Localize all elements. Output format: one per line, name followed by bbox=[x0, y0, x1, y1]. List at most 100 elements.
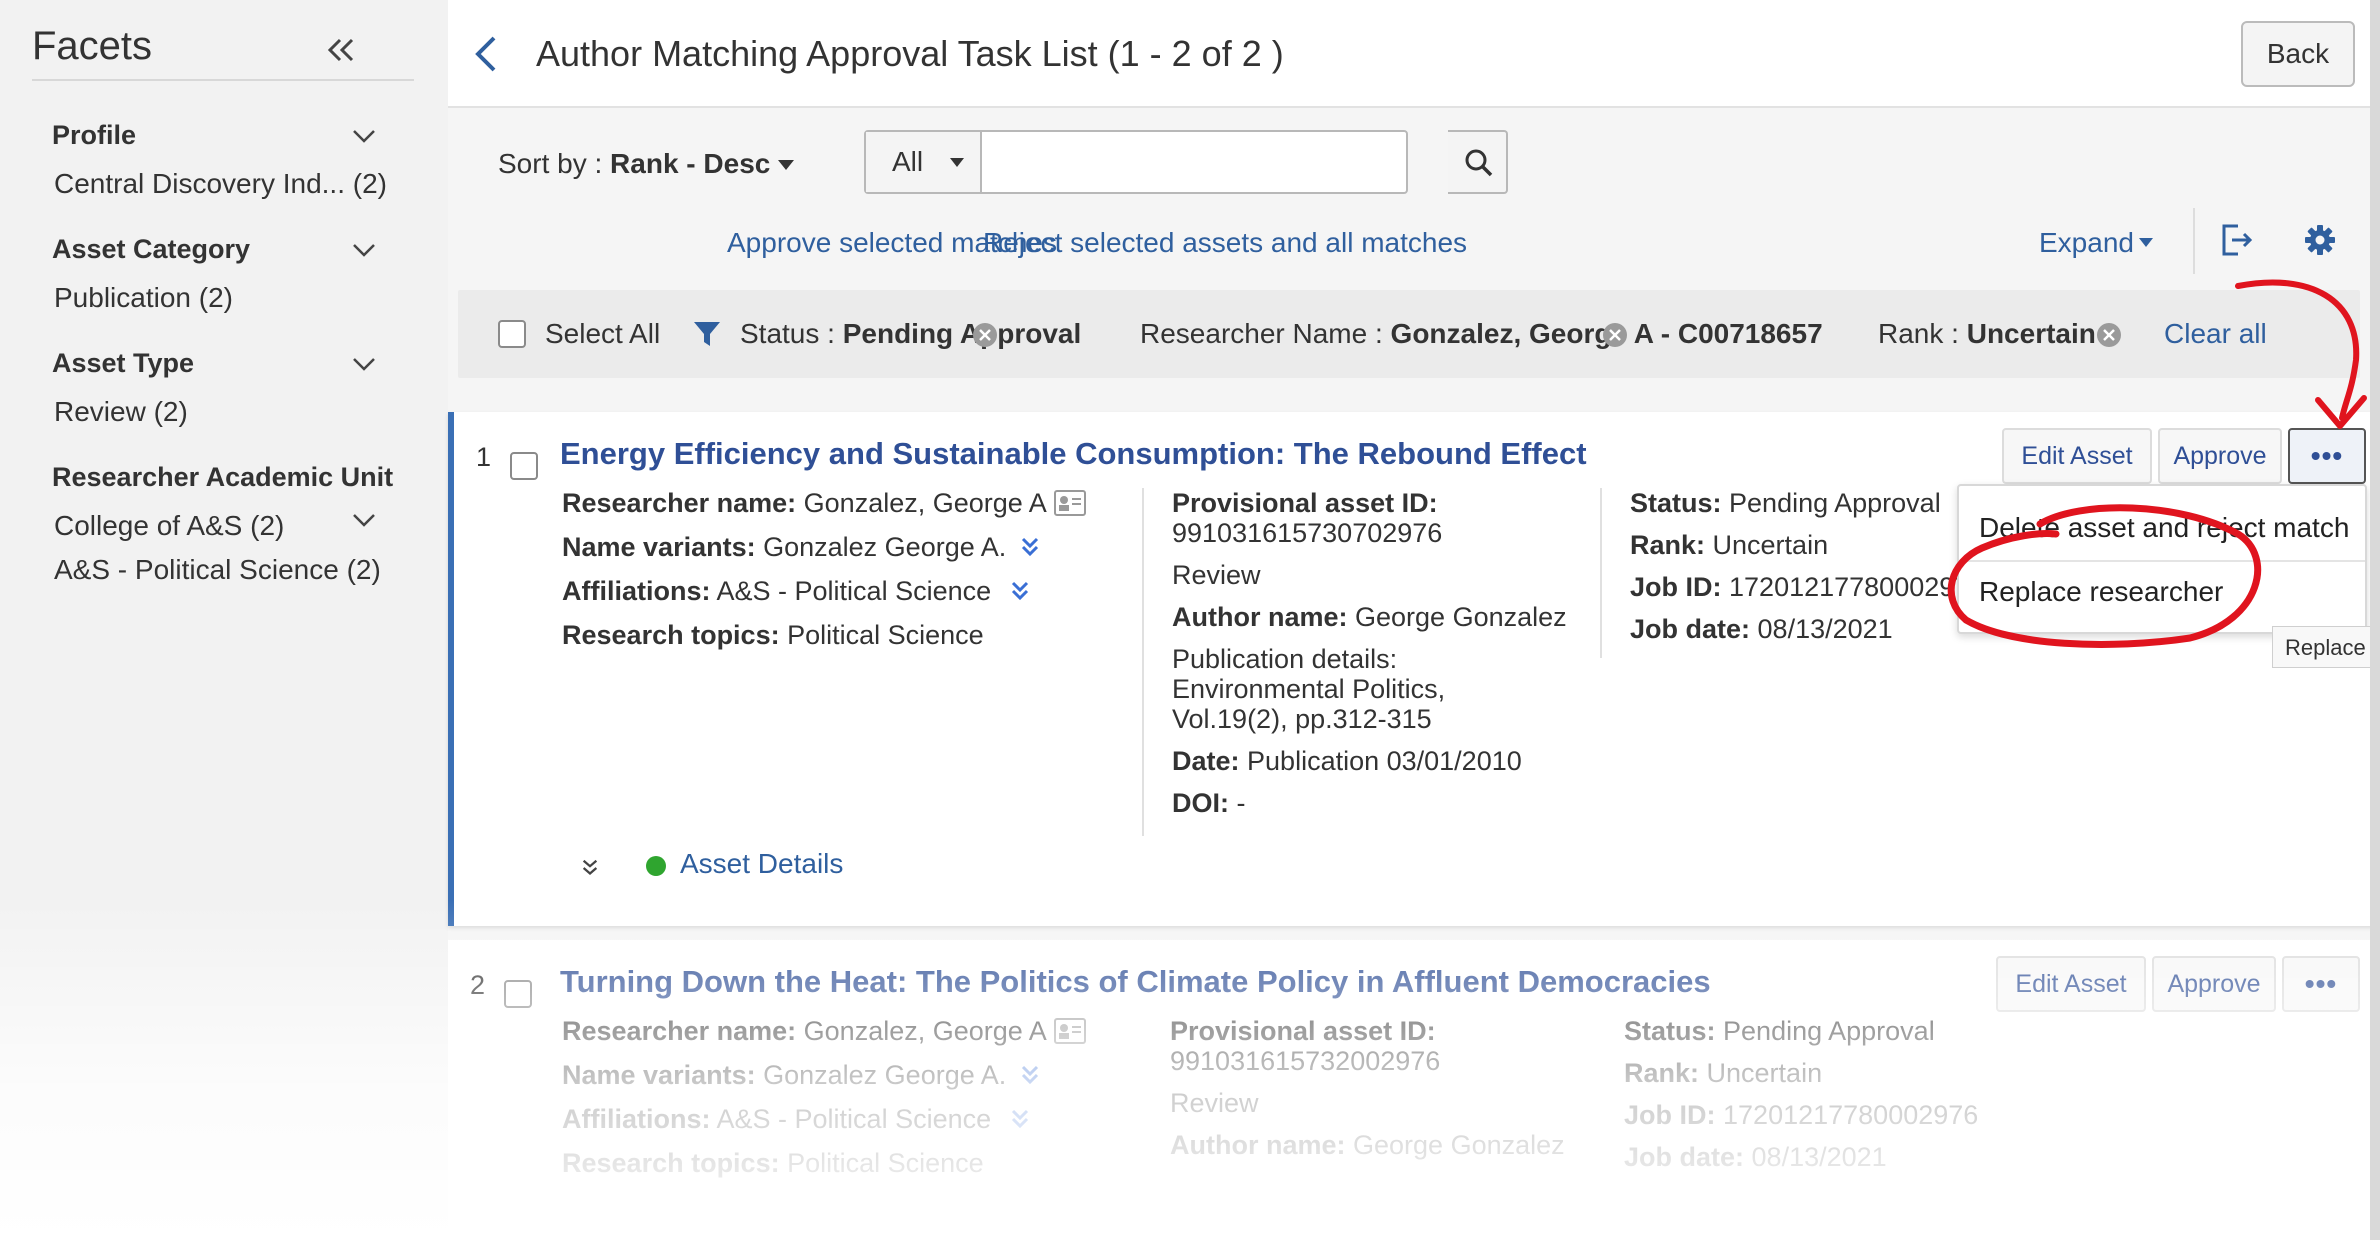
row-number: 1 bbox=[476, 442, 492, 472]
row-checkbox[interactable] bbox=[510, 452, 538, 480]
remove-chip-icon[interactable] bbox=[2096, 322, 2122, 348]
affiliations: Affiliations: A&S - Political Science bbox=[562, 1104, 992, 1134]
chevron-down-icon[interactable] bbox=[350, 240, 378, 260]
tooltip: Replace r bbox=[2272, 626, 2380, 668]
author-name: Author name: George Gonzalez bbox=[1172, 602, 1567, 632]
facet-group-asset-type[interactable]: Asset Type bbox=[52, 348, 194, 379]
double-chevron-down-icon[interactable] bbox=[1020, 1064, 1040, 1086]
research-topics: Research topics: Political Science bbox=[562, 1148, 984, 1178]
facet-group-profile[interactable]: Profile bbox=[52, 120, 136, 151]
sort-dropdown[interactable]: Sort by : Rank - Desc bbox=[498, 148, 770, 180]
facets-title: Facets bbox=[32, 24, 153, 68]
asset-title-link[interactable]: Turning Down the Heat: The Politics of C… bbox=[560, 964, 1711, 1000]
chevron-down-icon[interactable] bbox=[350, 126, 378, 146]
search-scope-select[interactable]: All bbox=[866, 132, 982, 192]
search-button[interactable] bbox=[1448, 130, 1508, 194]
asset-type: Review bbox=[1172, 560, 1261, 590]
filter-icon bbox=[694, 322, 720, 346]
double-chevron-down-icon[interactable] bbox=[1020, 536, 1040, 558]
research-topics: Research topics: Political Science bbox=[562, 620, 984, 650]
back-arrow-icon[interactable] bbox=[472, 34, 500, 74]
provisional-asset-id: 991031615732002976 bbox=[1170, 1046, 1441, 1076]
researcher-name: Researcher name: Gonzalez, George A bbox=[562, 488, 1047, 518]
author-name: Author name: George Gonzalez bbox=[1170, 1130, 1565, 1160]
search-scope-label: All bbox=[892, 146, 924, 177]
publication-details-label: Publication details: bbox=[1172, 644, 1398, 674]
search-input[interactable] bbox=[984, 132, 1368, 192]
more-actions-menu: Delete asset and reject match Replace re… bbox=[1957, 484, 2367, 634]
provisional-asset-id-label: Provisional asset ID: bbox=[1172, 488, 1438, 518]
clear-all-link[interactable]: Clear all bbox=[2164, 318, 2267, 350]
contact-card-icon[interactable] bbox=[1054, 1018, 1086, 1044]
affiliations: Affiliations: A&S - Political Science bbox=[562, 576, 992, 606]
divider bbox=[1142, 488, 1144, 836]
filter-chip-rank: Rank : Uncertain bbox=[1878, 318, 2096, 349]
page-title: Author Matching Approval Task List (1 - … bbox=[536, 33, 1284, 74]
collapse-icon[interactable] bbox=[322, 30, 362, 70]
approve-button[interactable]: Approve bbox=[2152, 956, 2276, 1012]
facet-item[interactable]: Publication (2) bbox=[54, 282, 233, 314]
job-id: Job ID: 17201217780002976 bbox=[1630, 572, 1970, 602]
divider bbox=[1959, 560, 2365, 562]
job-date: Job date: 08/13/2021 bbox=[1630, 614, 1893, 644]
divider bbox=[1600, 488, 1602, 658]
status: Status: Pending Approval bbox=[1624, 1016, 1935, 1046]
remove-chip-icon[interactable] bbox=[972, 322, 998, 348]
caret-down-icon bbox=[950, 158, 964, 167]
select-all-checkbox[interactable] bbox=[498, 320, 526, 348]
reject-selected-link[interactable]: Reject selected assets and all matches bbox=[983, 227, 1467, 259]
job-date: Job date: 08/13/2021 bbox=[1624, 1142, 1887, 1172]
search-icon bbox=[1465, 149, 1493, 177]
facet-group-asset-category[interactable]: Asset Category bbox=[52, 234, 250, 265]
chevron-down-icon[interactable] bbox=[350, 510, 378, 530]
facet-group-academic-unit[interactable]: Researcher Academic Unit bbox=[52, 462, 393, 493]
more-actions-button[interactable]: ••• bbox=[2282, 956, 2360, 1012]
double-chevron-down-icon[interactable] bbox=[580, 858, 600, 878]
facet-item[interactable]: Central Discovery Ind... (2) bbox=[54, 168, 387, 200]
more-actions-button[interactable]: ••• bbox=[2288, 428, 2366, 484]
job-id: Job ID: 17201217780002976 bbox=[1624, 1100, 1979, 1130]
filter-chip-researcher: Researcher Name : Gonzalez, George A - C… bbox=[1140, 318, 1823, 349]
approve-button[interactable]: Approve bbox=[2158, 428, 2282, 484]
gear-icon[interactable] bbox=[2304, 224, 2336, 256]
facet-item[interactable]: A&S - Political Science (2) bbox=[54, 554, 381, 586]
divider bbox=[32, 79, 414, 81]
name-variants: Name variants: Gonzalez George A. bbox=[562, 1060, 1007, 1090]
more-dots-icon: ••• bbox=[2310, 440, 2344, 471]
menu-item-delete-asset[interactable]: Delete asset and reject match bbox=[1979, 512, 2349, 544]
provisional-asset-id-label: Provisional asset ID: bbox=[1170, 1016, 1436, 1046]
remove-chip-icon[interactable] bbox=[1602, 322, 1628, 348]
filter-chip-status: Status : Pending Approval bbox=[740, 318, 1082, 349]
status-dot bbox=[646, 856, 666, 876]
select-all-label: Select All bbox=[545, 318, 661, 349]
back-button[interactable]: Back bbox=[2241, 21, 2355, 87]
publication-details-line2: Vol.19(2), pp.312-315 bbox=[1172, 704, 1432, 734]
asset-details-link[interactable]: Asset Details bbox=[680, 848, 843, 880]
edit-asset-button[interactable]: Edit Asset bbox=[2002, 428, 2152, 484]
facets-sidebar: Facets Profile Central Discovery Ind... … bbox=[0, 0, 448, 1240]
caret-down-icon[interactable] bbox=[2139, 238, 2153, 247]
provisional-asset-id: 991031615730702976 bbox=[1172, 518, 1443, 548]
row-number: 2 bbox=[470, 970, 486, 1000]
export-icon[interactable] bbox=[2218, 222, 2254, 258]
contact-card-icon[interactable] bbox=[1054, 490, 1086, 516]
expand-dropdown[interactable]: Expand bbox=[2039, 227, 2134, 259]
more-dots-icon: ••• bbox=[2304, 968, 2338, 999]
asset-type: Review bbox=[1170, 1088, 1259, 1118]
facet-item[interactable]: College of A&S (2) bbox=[54, 510, 284, 542]
page-header: Author Matching Approval Task List (1 - … bbox=[448, 0, 2380, 108]
edit-asset-button[interactable]: Edit Asset bbox=[1996, 956, 2146, 1012]
asset-title-link[interactable]: Energy Efficiency and Sustainable Consum… bbox=[560, 436, 1587, 472]
result-card: 2 Turning Down the Heat: The Politics of… bbox=[448, 940, 2380, 1240]
facet-item[interactable]: Review (2) bbox=[54, 396, 188, 428]
caret-down-icon[interactable] bbox=[778, 160, 794, 170]
rank: Rank: Uncertain bbox=[1624, 1058, 1823, 1088]
menu-item-replace-researcher[interactable]: Replace researcher bbox=[1979, 576, 2223, 608]
double-chevron-down-icon[interactable] bbox=[1010, 580, 1030, 602]
chevron-down-icon[interactable] bbox=[350, 354, 378, 374]
doi: DOI: - bbox=[1172, 788, 1246, 818]
scrollbar[interactable] bbox=[2370, 0, 2380, 1240]
double-chevron-down-icon[interactable] bbox=[1010, 1108, 1030, 1130]
row-checkbox[interactable] bbox=[504, 980, 532, 1008]
publication-details-line1: Environmental Politics, bbox=[1172, 674, 1446, 704]
